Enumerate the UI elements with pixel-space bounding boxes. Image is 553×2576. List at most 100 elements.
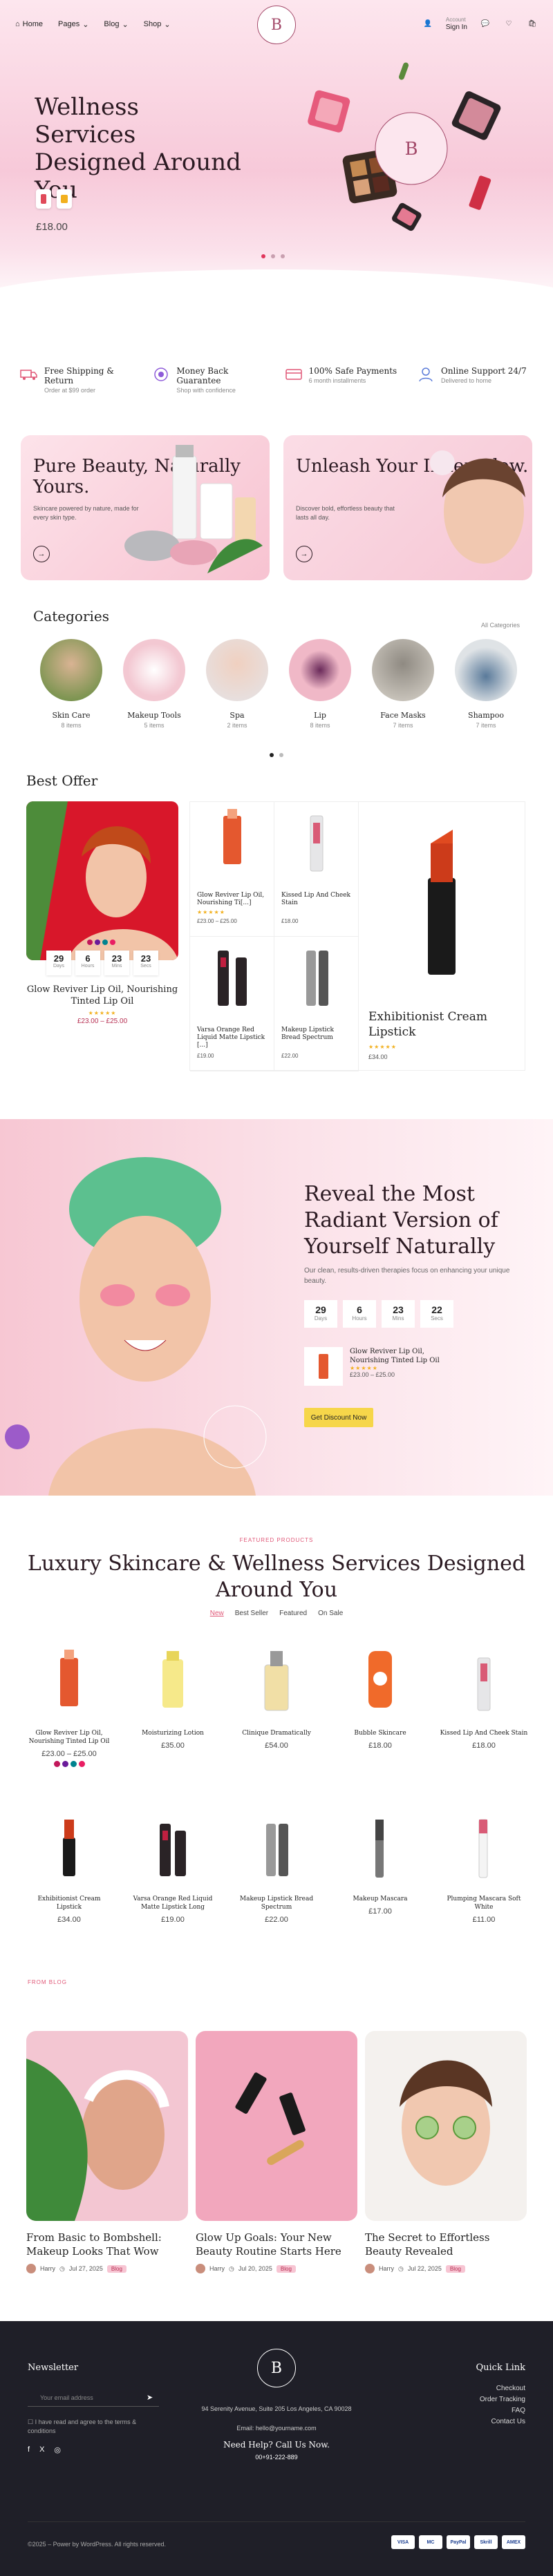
product-card[interactable]: Clinique Dramatically £54.00 [232,1644,321,1750]
category-shampoo[interactable]: Shampoo 7 items [455,639,517,729]
product-card[interactable]: Kissed Lip And Cheek Stain £18.00 [439,1644,529,1750]
x-icon[interactable]: X [39,2445,44,2454]
exhibitionist-lipstick-image [428,830,456,975]
countdown-hours: 6 Hours [75,951,100,975]
blog-tag[interactable]: Blog [106,2264,126,2273]
promo-countdown: 29 Days 6 Hours 23 Mins 22 Secs [304,1300,453,1328]
category-lip[interactable]: Lip 8 items [289,639,351,729]
tab-new[interactable]: New [210,1610,224,1617]
blog-card[interactable]: Glow Up Goals: Your New Beauty Routine S… [196,2031,357,2273]
product-card[interactable]: Moisturizing Lotion £35.00 [128,1644,218,1750]
offer-product-name[interactable]: Glow Reviver Lip Oil, Nourishing Tinted … [26,984,178,1007]
color-swatches[interactable] [87,939,115,945]
chat-icon[interactable]: 💬 [480,19,491,30]
cart-icon[interactable]: 🛍 [527,19,538,30]
category-spa[interactable]: Spa 2 items [206,639,268,729]
product-card[interactable]: Makeup Lipstick Bread Spectrum £22.00 [232,1810,321,1924]
nav-pages[interactable]: Pages ⌄ [58,20,88,29]
product-card[interactable]: Exhibitionist Cream Lipstick £34.00 [24,1810,114,1924]
blog-author[interactable]: Harry [209,2265,225,2272]
nav-label: Blog [104,20,120,28]
category-face-masks[interactable]: Face Masks 7 items [372,639,434,729]
grid-product-large[interactable]: Exhibitionist Cream Lipstick ★★★★★ £34.0… [359,802,526,1071]
hero-swatch-2[interactable] [57,189,72,209]
product-card[interactable]: Varsa Orange Red Liquid Matte Lipstick L… [128,1810,218,1924]
footer-divider [28,2521,525,2522]
blog-tag[interactable]: Blog [276,2264,296,2273]
category-count: 8 items [61,722,82,729]
blog-tag[interactable]: Blog [445,2264,465,2273]
featured-tabs: New Best Seller Featured On Sale [0,1610,553,1617]
nav-blog[interactable]: Blog ⌄ [104,20,128,29]
blog-title[interactable]: The Secret to Effortless Beauty Revealed [365,2231,527,2258]
quick-link-contact[interactable]: Contact Us [480,2416,525,2427]
product-name: Glow Reviver Lip Oil, Nourishing Tinted … [28,1730,110,1745]
instagram-icon[interactable]: ◎ [54,2445,61,2454]
grid-product[interactable]: Makeup Lipstick Bread Spectrum £22.00 [274,937,359,1071]
footer-logo[interactable]: B [257,2349,296,2387]
blog-title[interactable]: Glow Up Goals: Your New Beauty Routine S… [196,2231,357,2258]
all-categories-link[interactable]: All Categories [481,622,520,629]
footer-phone[interactable]: 00+91-222-889 [138,2454,415,2461]
category-image [40,639,102,701]
promo-card-inner-glow[interactable]: Unleash Your Inner Glow. Discover bold, … [283,435,532,580]
countdown-value: 22 [431,1304,442,1315]
avatar [26,2264,36,2273]
color-swatches[interactable] [24,1761,114,1767]
hero-slider-dots[interactable] [261,254,285,258]
blog-card[interactable]: The Secret to Effortless Beauty Revealed… [365,2031,527,2273]
hero-swatch-1[interactable] [36,189,51,209]
blog-card[interactable]: From Basic to Bombshell: Makeup Looks Th… [26,2031,188,2273]
seal-letter: B [404,139,418,160]
product-name: Varsa Orange Red Liquid Matte Lipstick [… [197,1027,265,1049]
user-icon[interactable]: 👤 [422,19,433,30]
product-card[interactable]: Plumping Mascara Soft White £11.00 [439,1810,529,1924]
nav-label: Home [22,20,43,28]
countdown-label: Secs [431,1315,443,1322]
countdown-value: 23 [111,953,122,964]
best-offer-featured[interactable]: 29 Days 6 Hours 23 Mins 23 Secs Glow Reviver… [26,801,178,1025]
nav-shop[interactable]: Shop ⌄ [144,20,171,29]
quick-link-order-tracking[interactable]: Order Tracking [480,2394,525,2405]
tab-best-seller[interactable]: Best Seller [235,1610,268,1617]
nav-home[interactable]: ⌂ Home [15,20,43,28]
send-icon[interactable]: ➤ [147,2393,153,2402]
blog-author[interactable]: Harry [379,2265,394,2272]
product-image [63,1820,75,1876]
category-name: Spa [229,711,245,720]
promo-card-pure-beauty[interactable]: Pure Beauty, Naturally Yours. Skincare p… [21,435,270,580]
heart-icon[interactable]: ♡ [503,19,514,30]
product-card[interactable]: Glow Reviver Lip Oil, Nourishing Tinted … [24,1644,114,1767]
tab-featured[interactable]: Featured [279,1610,307,1617]
category-image [455,639,517,701]
sign-in-link[interactable]: Account Sign In [446,17,467,31]
facebook-icon[interactable]: f [28,2445,30,2454]
compact-black [451,91,501,140]
footer-email[interactable]: Email: hello@yourname.com [138,2425,415,2432]
blog-author[interactable]: Harry [40,2265,55,2272]
arrow-right-icon[interactable]: → [33,546,50,562]
grid-product[interactable]: Kissed Lip And Cheek Stain £18.00 [274,802,359,937]
categories-list: Skin Care 8 items Makeup Tools 5 items Spa… [40,639,517,729]
feature-sub: 6 month installments [308,377,366,384]
product-card[interactable]: Makeup Mascara £17.00 [335,1810,425,1916]
product-card[interactable]: Bubble Skincare £18.00 [335,1644,425,1750]
category-skin-care[interactable]: Skin Care 8 items [40,639,102,729]
site-logo[interactable]: B [257,6,296,44]
quick-link-checkout[interactable]: Checkout [480,2383,525,2394]
arrow-right-icon[interactable]: → [296,546,312,562]
product-name: Clinique Dramatically [242,1730,311,1737]
newsletter-email-input[interactable]: Your email address [28,2389,159,2407]
grid-product[interactable]: Glow Reviver Lip Oil, Nourishing Ti[...]… [190,802,274,937]
quick-link-faq[interactable]: FAQ [480,2405,525,2416]
get-discount-button[interactable]: Get Discount Now [304,1408,373,1427]
tab-on-sale[interactable]: On Sale [318,1610,343,1617]
grid-product[interactable]: Varsa Orange Red Liquid Matte Lipstick [… [190,937,274,1071]
blog-image [26,2031,188,2221]
blog-meta: Harry ◷ Jul 20, 2025 Blog [196,2264,357,2273]
blog-title[interactable]: From Basic to Bombshell: Makeup Looks Th… [26,2231,188,2258]
promo-product[interactable]: Glow Reviver Lip Oil, Nourishing Tinted … [304,1347,453,1386]
category-makeup-tools[interactable]: Makeup Tools 5 items [123,639,185,729]
categories-slider-dots[interactable] [270,753,283,757]
lipstick-bread-image [306,951,328,1006]
